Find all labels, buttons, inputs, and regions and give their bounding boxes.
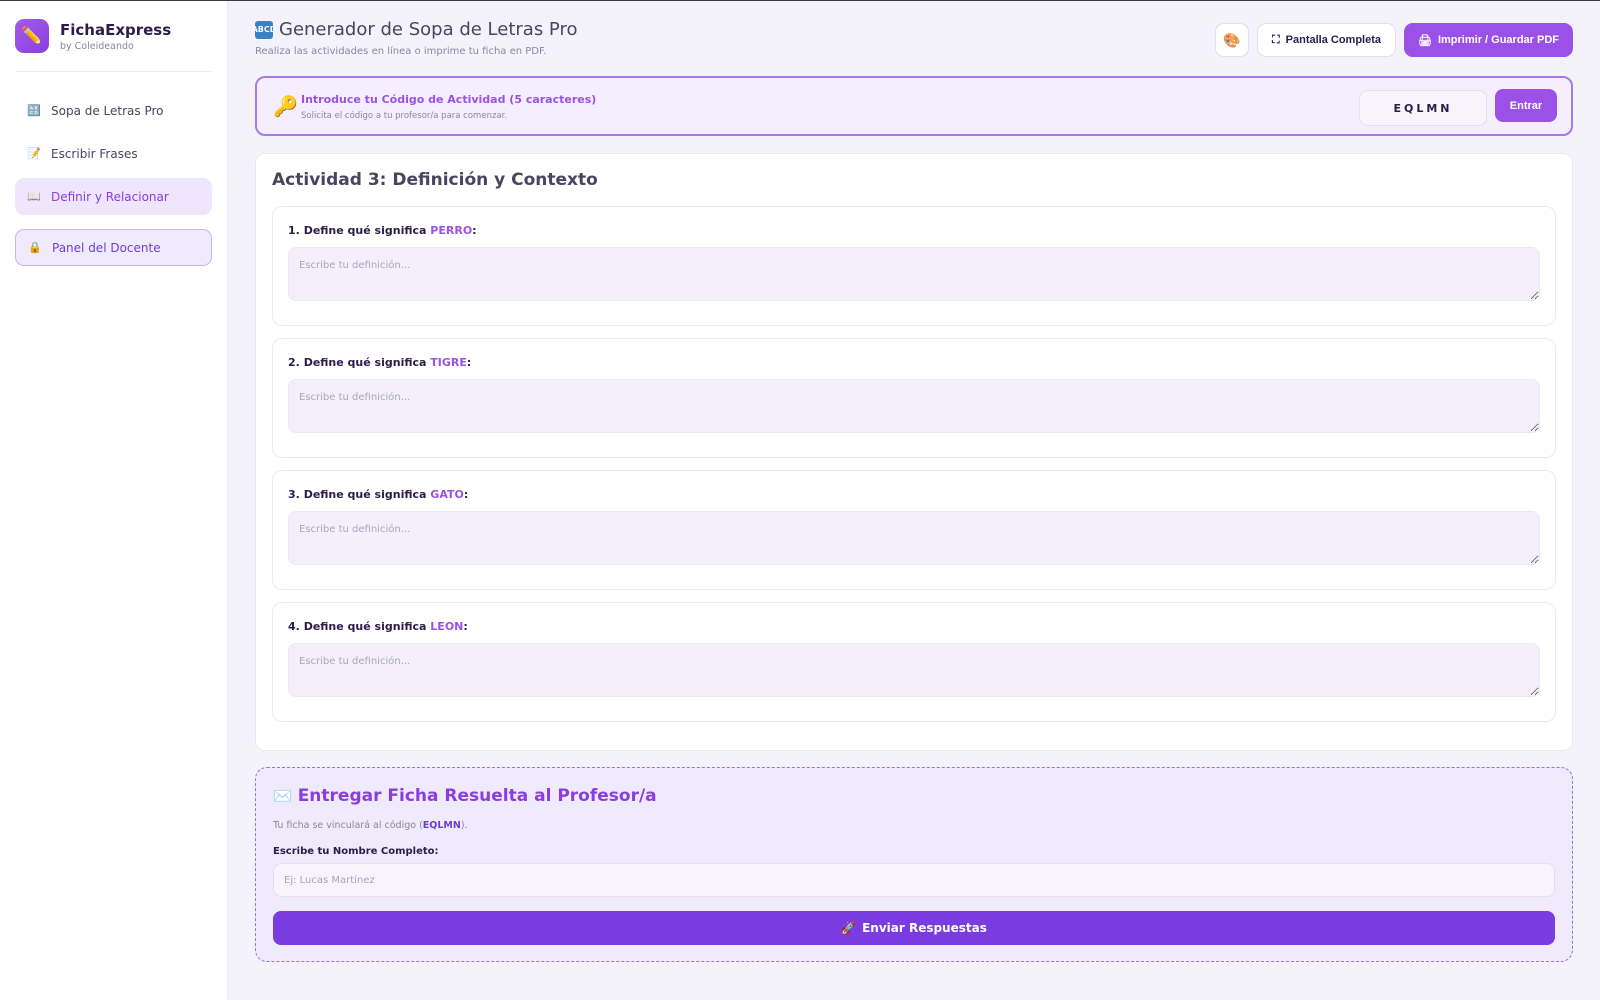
- header-actions: 🎨 ⛶ Pantalla Completa 🖨 Imprimir / Guard…: [1214, 23, 1573, 57]
- question-card: 1. Define qué significa PERRO:: [272, 206, 1556, 326]
- definition-textarea[interactable]: [288, 379, 1540, 433]
- name-label: Escribe tu Nombre Completo:: [273, 846, 439, 857]
- sidebar-item-sopa-de-letras[interactable]: 🔠 Sopa de Letras Pro: [15, 92, 212, 129]
- activity-code-input[interactable]: [1359, 90, 1487, 126]
- memo-icon: 📝: [27, 147, 41, 160]
- sidebar: ✏️ FichaExpress by Coleideando 🔠 Sopa de…: [0, 1, 228, 1000]
- question-word: GATO: [430, 488, 464, 501]
- sidebar-item-panel-docente[interactable]: 🔒 Panel del Docente: [15, 229, 212, 266]
- submit-panel: ✉️ Entregar Ficha Resuelta al Profesor/a…: [255, 767, 1573, 962]
- submit-info: Tu ficha se vinculará al código (EQLMN).: [273, 820, 1555, 831]
- key-icon: 🔑: [273, 94, 298, 118]
- header: ABCD Generador de Sopa de Letras Pro Rea…: [252, 1, 1573, 71]
- rocket-icon: 🚀: [841, 921, 857, 935]
- letters-icon: 🔠: [27, 104, 41, 117]
- brand-name: FichaExpress: [60, 20, 172, 39]
- lock-icon: 🔒: [28, 241, 42, 254]
- theme-button[interactable]: 🎨: [1214, 23, 1249, 57]
- activity-title: Actividad 3: Definición y Contexto: [272, 170, 598, 190]
- question-card: 3. Define qué significa GATO:: [272, 470, 1556, 590]
- question-prefix: Define qué significa: [303, 224, 427, 237]
- page-subtitle: Realiza las actividades en línea o impri…: [255, 46, 547, 57]
- info-suffix: ).: [460, 820, 468, 831]
- definition-textarea[interactable]: [288, 247, 1540, 301]
- sidebar-item-label: Definir y Relacionar: [51, 189, 169, 204]
- full-name-input[interactable]: [273, 863, 1555, 897]
- fullscreen-label: Pantalla Completa: [1285, 34, 1381, 46]
- info-prefix: Tu ficha se vinculará al código (: [273, 820, 423, 831]
- code-title: Introduce tu Código de Actividad (5 cara…: [301, 93, 597, 106]
- fullscreen-icon: ⛶: [1271, 33, 1280, 46]
- question-card: 4. Define qué significa LEON:: [272, 602, 1556, 722]
- envelope-icon: ✉️: [273, 787, 292, 805]
- brand: ✏️ FichaExpress by Coleideando: [15, 19, 212, 72]
- activity-card: Actividad 3: Definición y Contexto 1. De…: [255, 153, 1573, 751]
- send-answers-button[interactable]: 🚀 Enviar Respuestas: [273, 911, 1555, 945]
- code-subtitle: Solicita el código a tu profesor/a para …: [301, 111, 508, 121]
- question-word: LEON: [430, 620, 464, 633]
- question-number: 3.: [288, 488, 300, 501]
- sidebar-item-label: Sopa de Letras Pro: [51, 103, 164, 118]
- definition-textarea[interactable]: [288, 643, 1540, 697]
- question-number: 4.: [288, 620, 300, 633]
- sidebar-item-label: Panel del Docente: [52, 240, 161, 255]
- palette-icon: 🎨: [1223, 31, 1241, 48]
- main-content: ABCD Generador de Sopa de Letras Pro Rea…: [252, 1, 1573, 962]
- enter-button[interactable]: Entrar: [1495, 89, 1557, 122]
- activity-code-panel: 🔑 Introduce tu Código de Actividad (5 ca…: [255, 76, 1573, 136]
- print-label: Imprimir / Guardar PDF: [1437, 34, 1559, 46]
- fullscreen-button[interactable]: ⛶ Pantalla Completa: [1256, 23, 1396, 57]
- send-label: Enviar Respuestas: [862, 921, 987, 935]
- brand-subtitle: by Coleideando: [60, 40, 134, 52]
- pencil-icon: ✏️: [15, 19, 49, 53]
- question-label: 4. Define qué significa LEON:: [288, 620, 468, 633]
- question-label: 3. Define qué significa GATO:: [288, 488, 469, 501]
- question-number: 1.: [288, 224, 300, 237]
- printer-icon: 🖨: [1418, 34, 1432, 47]
- page-title: ABCD Generador de Sopa de Letras Pro: [252, 19, 578, 40]
- question-prefix: Define qué significa: [303, 620, 427, 633]
- question-number: 2.: [288, 356, 300, 369]
- sidebar-item-escribir-frases[interactable]: 📝 Escribir Frases: [15, 135, 212, 172]
- definition-textarea[interactable]: [288, 511, 1540, 565]
- question-word: PERRO: [430, 224, 473, 237]
- question-label: 2. Define qué significa TIGRE:: [288, 356, 472, 369]
- page-title-text: Generador de Sopa de Letras Pro: [279, 19, 578, 40]
- print-button[interactable]: 🖨 Imprimir / Guardar PDF: [1404, 23, 1573, 57]
- abcd-icon: ABCD: [252, 20, 276, 39]
- sidebar-item-definir-relacionar[interactable]: 📖 Definir y Relacionar: [15, 178, 212, 215]
- book-icon: 📖: [27, 190, 41, 203]
- question-label: 1. Define qué significa PERRO:: [288, 224, 477, 237]
- question-card: 2. Define qué significa TIGRE:: [272, 338, 1556, 458]
- question-prefix: Define qué significa: [303, 488, 427, 501]
- info-code: EQLMN: [422, 820, 461, 831]
- submit-title-text: Entregar Ficha Resuelta al Profesor/a: [297, 786, 657, 806]
- sidebar-item-label: Escribir Frases: [51, 146, 138, 161]
- question-word: TIGRE: [430, 356, 467, 369]
- submit-title: ✉️ Entregar Ficha Resuelta al Profesor/a: [273, 786, 1555, 806]
- question-prefix: Define qué significa: [303, 356, 427, 369]
